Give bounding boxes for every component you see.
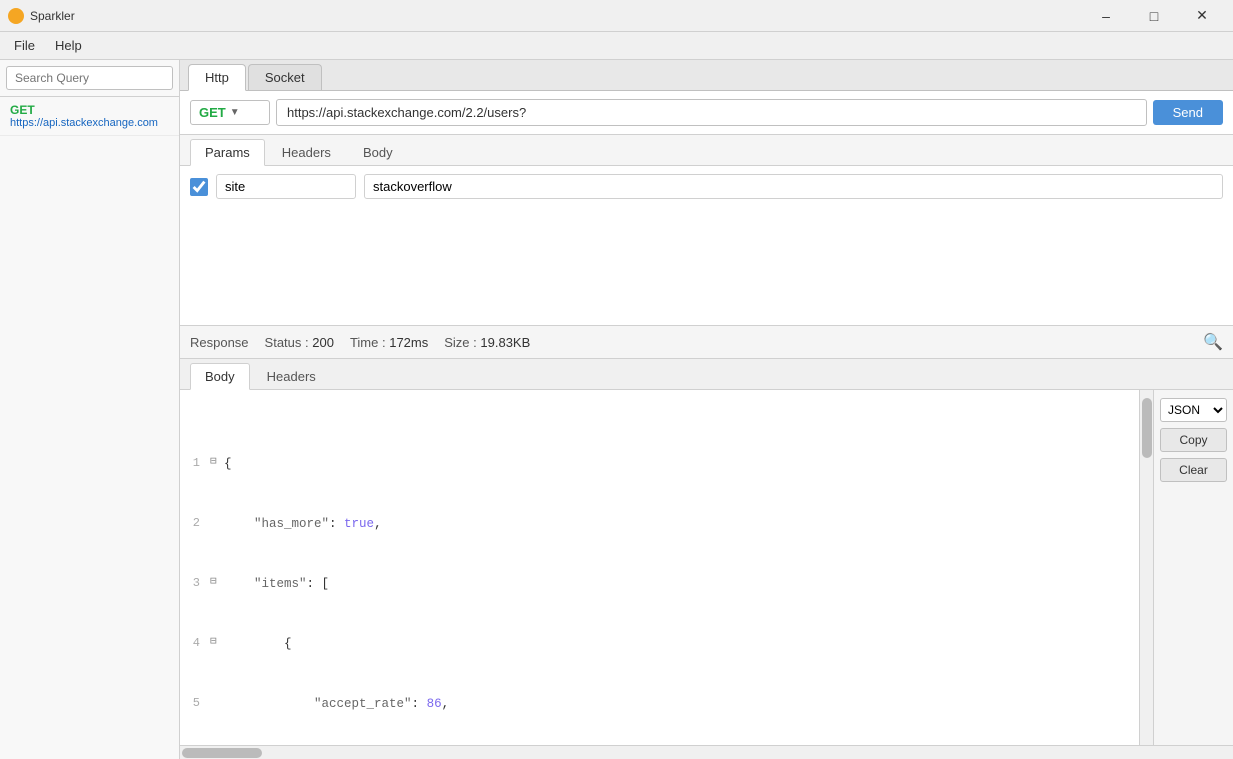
sidebar-search-area — [0, 60, 179, 97]
title-bar: Sparkler – □ ✕ — [0, 0, 1233, 32]
response-label: Response — [190, 335, 249, 350]
menu-file[interactable]: File — [4, 34, 45, 57]
tab-headers[interactable]: Headers — [267, 139, 346, 165]
response-time: Time : 172ms — [350, 335, 428, 350]
method-value: GET — [199, 105, 226, 120]
menu-bar: File Help — [0, 32, 1233, 60]
status-label: Status : — [265, 335, 309, 350]
minimize-button[interactable]: – — [1083, 0, 1129, 32]
status-value: 200 — [312, 335, 334, 350]
url-input[interactable] — [276, 99, 1147, 126]
response-bar: Response Status : 200 Time : 172ms Size … — [180, 326, 1233, 359]
app-icon — [8, 8, 24, 24]
send-button[interactable]: Send — [1153, 100, 1223, 125]
app-title: Sparkler — [30, 9, 75, 23]
param-value-0[interactable] — [364, 174, 1223, 199]
horizontal-scrollbar[interactable] — [180, 745, 1233, 759]
content-area: Http Socket GET ▼ Send Params Headers Bo… — [180, 60, 1233, 759]
response-body-container: 1 ⊟ { 2 "has_more": true, 3 ⊟ "items": [ — [180, 390, 1233, 745]
param-tab-bar: Params Headers Body — [180, 135, 1233, 166]
param-checkbox-0[interactable] — [190, 178, 208, 196]
method-select[interactable]: GET ▼ — [190, 100, 270, 125]
size-label: Size : — [444, 335, 477, 350]
params-area — [180, 166, 1233, 326]
response-tab-bar: Body Headers — [180, 359, 1233, 390]
h-scrollbar-thumb[interactable] — [182, 748, 262, 758]
top-tab-bar: Http Socket — [180, 60, 1233, 91]
title-bar-left: Sparkler — [8, 8, 75, 24]
main-container: GET https://api.stackexchange.com Http S… — [0, 60, 1233, 759]
time-label: Time : — [350, 335, 386, 350]
time-value: 172ms — [389, 335, 428, 350]
sidebar-item-method: GET — [10, 103, 169, 117]
copy-button[interactable]: Copy — [1160, 428, 1227, 452]
clear-button[interactable]: Clear — [1160, 458, 1227, 482]
tab-body[interactable]: Body — [348, 139, 408, 165]
close-button[interactable]: ✕ — [1179, 0, 1225, 32]
tab-socket[interactable]: Socket — [248, 64, 322, 90]
scrollbar-thumb[interactable] — [1142, 398, 1152, 458]
tab-response-headers[interactable]: Headers — [252, 363, 331, 389]
json-line-2: 2 "has_more": true, — [180, 514, 1139, 534]
json-line-4: 4 ⊟ { — [180, 634, 1139, 654]
chevron-down-icon: ▼ — [230, 107, 240, 118]
sidebar: GET https://api.stackexchange.com — [0, 60, 180, 759]
param-row-0 — [190, 174, 1223, 199]
sidebar-item-0[interactable]: GET https://api.stackexchange.com — [0, 97, 179, 136]
search-response-icon[interactable]: 🔍 — [1203, 332, 1223, 352]
json-viewer: 1 ⊟ { 2 "has_more": true, 3 ⊟ "items": [ — [180, 390, 1139, 745]
tab-params[interactable]: Params — [190, 139, 265, 166]
maximize-button[interactable]: □ — [1131, 0, 1177, 32]
json-actions-panel: JSON Copy Clear — [1153, 390, 1233, 745]
search-input[interactable] — [6, 66, 173, 90]
menu-help[interactable]: Help — [45, 34, 92, 57]
url-bar: GET ▼ Send — [180, 91, 1233, 135]
vertical-scrollbar[interactable] — [1139, 390, 1153, 745]
param-key-0[interactable] — [216, 174, 356, 199]
format-select[interactable]: JSON — [1160, 398, 1227, 422]
size-value: 19.83KB — [480, 335, 530, 350]
sidebar-item-url: https://api.stackexchange.com — [10, 117, 169, 129]
tab-response-body[interactable]: Body — [190, 363, 250, 390]
json-content-wrapper[interactable]: 1 ⊟ { 2 "has_more": true, 3 ⊟ "items": [ — [180, 390, 1139, 745]
window-controls: – □ ✕ — [1083, 0, 1225, 32]
response-size: Size : 19.83KB — [444, 335, 530, 350]
json-line-3: 3 ⊟ "items": [ — [180, 574, 1139, 594]
response-status: Status : 200 — [265, 335, 334, 350]
json-line-5: 5 "accept_rate": 86, — [180, 694, 1139, 714]
json-line-1: 1 ⊟ { — [180, 454, 1139, 474]
tab-http[interactable]: Http — [188, 64, 246, 91]
